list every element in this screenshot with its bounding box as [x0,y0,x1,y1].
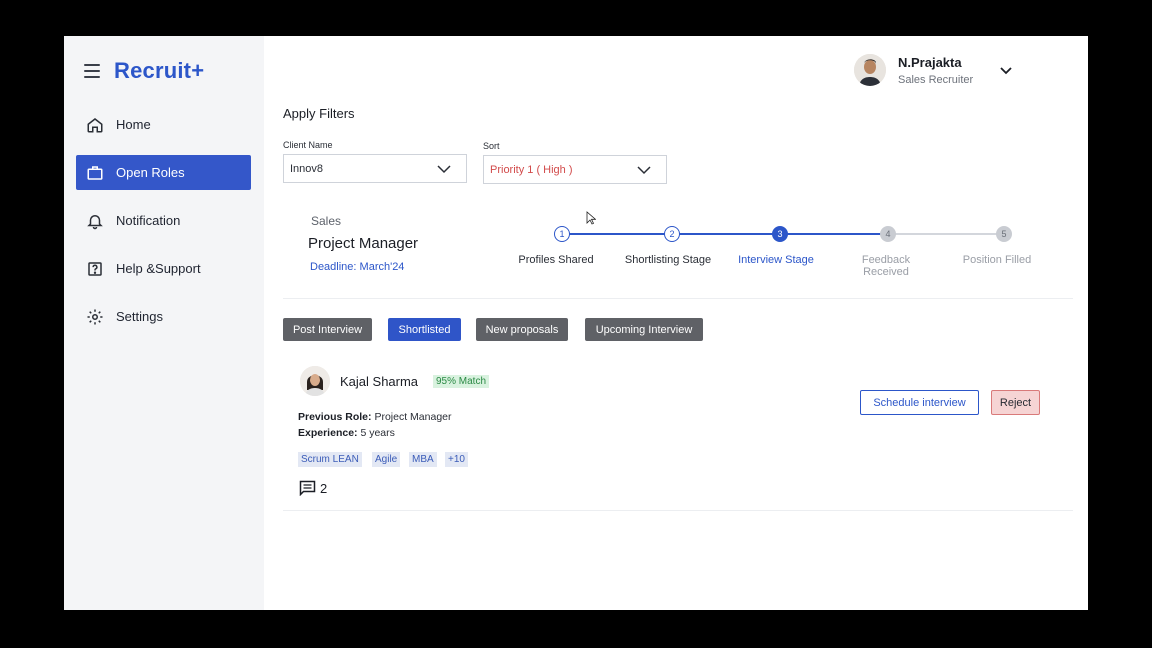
chevron-down-icon[interactable] [998,63,1014,79]
previous-role-label: Previous Role: [298,411,372,423]
comment-count: 2 [320,480,328,496]
schedule-interview-button[interactable]: Schedule interview [860,390,979,415]
sidebar-item-notification[interactable]: Notification [76,203,251,238]
experience-value: 5 years [360,427,395,439]
reject-button[interactable]: Reject [991,390,1040,415]
step-2-label: Shortlisting Stage [624,254,712,266]
client-name-select[interactable]: Innov8 [283,154,467,183]
gear-icon [86,308,104,326]
tab-upcoming-interview[interactable]: Upcoming Interview [585,318,703,341]
skill-chip: MBA [409,452,437,467]
user-profile[interactable]: N.Prajakta Sales Recruiter [854,54,973,86]
match-badge: 95% Match [433,375,490,388]
stepper-progress-line [569,233,885,235]
skill-chip: Agile [372,452,401,467]
tab-new-proposals[interactable]: New proposals [476,318,568,341]
sidebar-item-label: Notification [116,213,181,228]
comment-icon [299,480,316,496]
more-skills-chip[interactable]: +10 [445,452,468,467]
step-4-circle: 4 [880,226,896,242]
sidebar-item-label: Home [116,117,151,132]
step-2-circle: 2 [664,226,680,242]
sidebar-item-open-roles[interactable]: Open Roles [76,155,251,190]
section-divider [283,298,1073,299]
experience-label: Experience: [298,427,358,439]
sidebar-item-label: Open Roles [116,165,185,180]
brand: Recruit+ [84,58,204,84]
sort-value: Priority 1 ( High ) [490,163,573,176]
chevron-down-icon [637,166,651,175]
role-title: Project Manager [308,235,419,252]
user-name: N.Prajakta [898,54,962,70]
skill-chip: Scrum LEAN [298,452,362,467]
help-icon [86,260,104,278]
hamburger-menu-icon[interactable] [84,64,100,78]
sidebar-item-home[interactable]: Home [76,107,251,142]
filters-title: Apply Filters [283,106,355,121]
step-5-circle: 5 [996,226,1012,242]
step-1-circle: 1 [554,226,570,242]
role-department: Sales [311,214,342,228]
home-icon [86,116,104,134]
step-5-label: Position Filled [962,254,1032,266]
sidebar-item-label: Help &Support [116,261,201,276]
sort-select[interactable]: Priority 1 ( High ) [483,155,667,184]
step-3-label: Interview Stage [738,254,814,266]
briefcase-icon [86,164,104,182]
user-role: Sales Recruiter [898,73,974,86]
sort-label: Sort [483,141,500,151]
chevron-down-icon [437,165,451,174]
step-1-label: Profiles Shared [518,254,594,266]
sidebar: Recruit+ Home Open Roles Notification He [64,36,264,610]
app-window: Recruit+ Home Open Roles Notification He [64,36,1088,610]
previous-role: Previous Role: Project Manager [298,411,452,423]
client-name-value: Innov8 [290,162,324,175]
previous-role-value: Project Manager [374,411,452,423]
role-deadline: Deadline: March'24 [310,261,405,273]
experience: Experience: 5 years [298,427,395,439]
comments[interactable]: 2 [299,480,327,496]
step-3-circle: 3 [772,226,788,242]
tab-post-interview[interactable]: Post Interview [283,318,372,341]
mouse-cursor-icon [586,211,596,225]
tab-shortlisted[interactable]: Shortlisted [388,318,461,341]
candidate-avatar [300,366,330,396]
step-4-label: Feedback Received [861,254,911,278]
sidebar-item-settings[interactable]: Settings [76,299,251,334]
sidebar-item-help-support[interactable]: Help &Support [76,251,251,286]
brand-logo: Recruit+ [114,58,205,83]
card-divider [283,510,1073,511]
stepper-remaining-line [887,233,1003,235]
sidebar-item-label: Settings [116,309,163,324]
client-name-label: Client Name [283,140,333,150]
candidate-name[interactable]: Kajal Sharma [340,374,418,389]
user-avatar [854,54,886,86]
bell-icon [86,212,104,230]
